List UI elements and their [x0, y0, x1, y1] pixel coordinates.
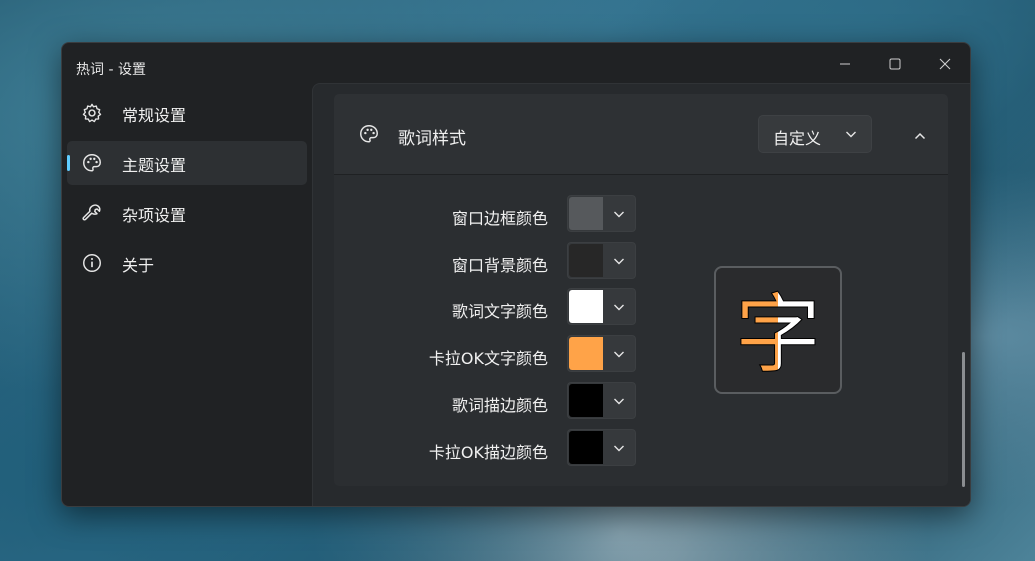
- chevron-down-icon: [846, 131, 856, 138]
- row-label: 歌词描边颜色: [451, 396, 548, 415]
- info-icon: [83, 254, 101, 272]
- chevron-down-icon: [614, 445, 624, 452]
- karaoke-text-color-picker[interactable]: [567, 335, 636, 372]
- row-label: 窗口边框颜色: [451, 209, 548, 228]
- style-preset-value: 自定义: [773, 129, 822, 148]
- close-button[interactable]: [922, 49, 968, 79]
- sidebar-item-label: 关于: [122, 256, 155, 275]
- lyrics-stroke-color-picker[interactable]: [567, 382, 636, 419]
- chevron-down-icon: [614, 304, 624, 311]
- settings-window: 热词 - 设置 常规设置 主题设置 杂项设置 关于 歌词样式 自定义 窗口边框颜…: [61, 42, 971, 507]
- gear-icon: [82, 103, 102, 123]
- color-swatch: [569, 290, 603, 323]
- minimize-button[interactable]: [822, 49, 868, 79]
- sidebar-item-about[interactable]: 关于: [67, 241, 307, 285]
- vertical-scrollbar[interactable]: [962, 352, 965, 487]
- palette-icon: [360, 125, 378, 143]
- karaoke-stroke-color-picker[interactable]: [567, 429, 636, 466]
- color-swatch: [569, 244, 603, 277]
- wrench-icon: [82, 204, 101, 221]
- sidebar-item-misc[interactable]: 杂项设置: [67, 191, 307, 235]
- minimize-icon: [840, 63, 850, 65]
- color-swatch: [569, 431, 603, 464]
- content-panel: 歌词样式 自定义 窗口边框颜色 窗口背景颜色 歌词文字颜色 卡拉OK文字颜色 歌…: [312, 83, 970, 506]
- expander-header[interactable]: 歌词样式 自定义: [334, 94, 948, 175]
- sidebar-item-label: 主题设置: [122, 156, 187, 175]
- maximize-icon: [889, 58, 901, 70]
- row-label: 卡拉OK描边颜色: [428, 443, 548, 462]
- sidebar-item-theme[interactable]: 主题设置: [67, 141, 307, 185]
- chevron-down-icon: [614, 398, 624, 405]
- sidebar-item-label: 杂项设置: [122, 206, 187, 225]
- row-label: 歌词文字颜色: [451, 302, 548, 321]
- expander-title: 歌词样式: [398, 129, 466, 149]
- row-label: 卡拉OK文字颜色: [428, 349, 548, 368]
- chevron-up-icon: [914, 132, 926, 140]
- lyrics-text-color-picker[interactable]: [567, 288, 636, 325]
- color-swatch: [569, 384, 603, 417]
- border-color-picker[interactable]: [567, 195, 636, 232]
- row-label: 窗口背景颜色: [451, 256, 548, 275]
- color-swatch: [569, 197, 603, 230]
- lyrics-style-expander: 歌词样式 自定义 窗口边框颜色 窗口背景颜色 歌词文字颜色 卡拉OK文字颜色 歌…: [334, 94, 948, 486]
- style-preset-dropdown[interactable]: 自定义: [758, 115, 872, 153]
- close-icon: [939, 58, 951, 70]
- lyrics-style-preview: 字 字: [714, 266, 842, 394]
- chevron-down-icon: [614, 258, 624, 265]
- sidebar-item-label: 常规设置: [122, 106, 187, 125]
- chevron-down-icon: [614, 351, 624, 358]
- collapse-button[interactable]: [908, 126, 932, 146]
- selection-indicator: [67, 155, 70, 171]
- palette-icon: [83, 154, 101, 172]
- color-swatch: [569, 337, 603, 370]
- title-bar[interactable]: 热词 - 设置: [62, 43, 970, 83]
- window-title: 热词 - 设置: [76, 62, 146, 78]
- maximize-button[interactable]: [872, 49, 918, 79]
- preview-glyph: 字 字: [735, 285, 822, 379]
- chevron-down-icon: [614, 211, 624, 218]
- background-color-picker[interactable]: [567, 242, 636, 279]
- sidebar-item-general[interactable]: 常规设置: [67, 91, 307, 135]
